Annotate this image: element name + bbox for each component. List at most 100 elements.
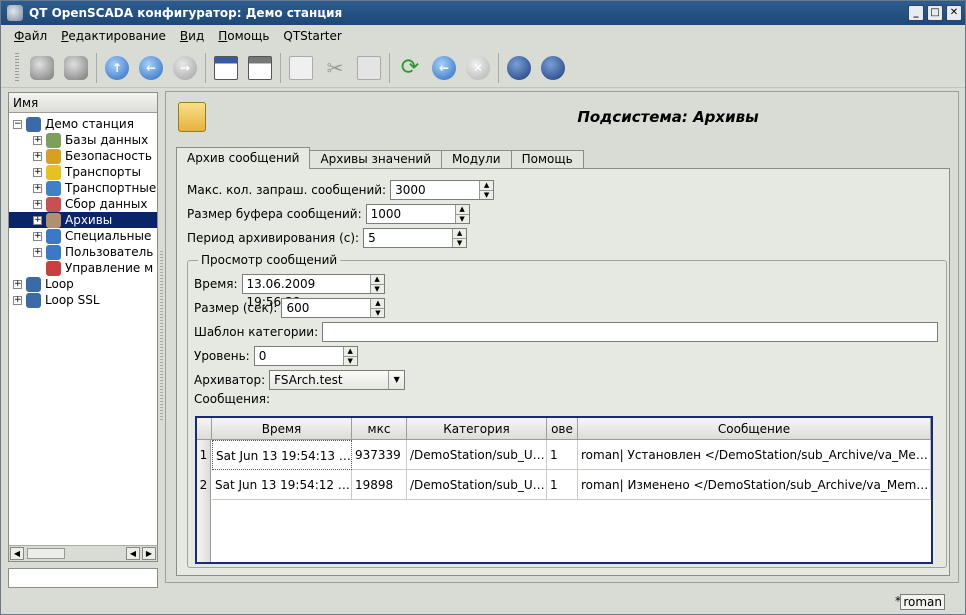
add-item-button[interactable] — [211, 53, 241, 83]
scroll-right-arrow[interactable]: ▶ — [142, 547, 156, 560]
buffer-size-spinbox[interactable]: 1000 ▲ ▼ — [365, 204, 470, 224]
expander-icon[interactable]: + — [33, 215, 42, 225]
archiver-value[interactable]: FSArch.test — [270, 371, 388, 389]
table-cell[interactable]: roman| Изменено </DemoStation/sub_Archiv… — [578, 470, 931, 500]
spin-down-icon[interactable]: ▼ — [343, 356, 357, 366]
db-load-button[interactable] — [27, 53, 57, 83]
column-header-level[interactable]: ове — [547, 418, 578, 440]
spin-up-icon[interactable]: ▲ — [453, 229, 466, 238]
corner-header[interactable] — [197, 418, 212, 440]
category-input[interactable] — [322, 322, 938, 342]
cut-button[interactable]: ✂ — [320, 53, 350, 83]
table-cell[interactable]: 1 — [547, 470, 578, 500]
paste-button[interactable] — [354, 53, 384, 83]
max-messages-spinbox[interactable]: 3000 ▲ ▼ — [390, 180, 495, 200]
tree-item[interactable]: + Специальные — [33, 228, 155, 244]
expander-icon[interactable]: + — [33, 247, 42, 257]
scroll-right-arrow-a[interactable]: ◀ — [126, 547, 140, 560]
table-cell[interactable]: /DemoStation/sub_UI... — [407, 470, 547, 500]
spin-up-icon[interactable]: ▲ — [371, 299, 384, 308]
chevron-down-icon[interactable]: ▼ — [388, 371, 404, 389]
scroll-thumb[interactable] — [27, 548, 65, 559]
row-header[interactable]: 2 — [197, 470, 211, 500]
delete-item-button[interactable] — [245, 53, 275, 83]
buffer-size-value[interactable]: 1000 — [367, 205, 455, 223]
time-spinbox[interactable]: 13.06.2009 19:56:38 ▲ ▼ — [241, 274, 385, 309]
expander-icon[interactable]: + — [33, 231, 42, 241]
menu-file[interactable]: Файл — [7, 29, 54, 43]
cancel-button[interactable]: ✕ — [463, 53, 493, 83]
row-header[interactable]: 1 — [197, 440, 211, 470]
tree-item[interactable]: + Безопасность — [33, 148, 156, 164]
size-value[interactable]: 600 — [282, 299, 370, 317]
spin-down-icon[interactable]: ▼ — [370, 284, 384, 294]
scroll-left-arrow[interactable]: ◀ — [10, 547, 24, 560]
close-window-button[interactable]: ✕ — [946, 5, 962, 21]
copy-button[interactable] — [286, 53, 316, 83]
refresh-button[interactable]: ⟳ — [395, 53, 425, 83]
toolbar-grip[interactable] — [15, 52, 19, 83]
expander-icon[interactable]: + — [33, 183, 42, 193]
expander-icon[interactable]: + — [33, 167, 42, 177]
expander-icon[interactable]: + — [33, 151, 42, 161]
table-cell[interactable]: 19898 — [352, 470, 407, 500]
column-header-time[interactable]: Время — [212, 418, 352, 440]
expander-icon[interactable]: + — [33, 199, 42, 209]
size-spinbox[interactable]: 600 ▲ ▼ — [281, 298, 386, 318]
spin-up-icon[interactable]: ▲ — [371, 275, 384, 284]
expander-icon[interactable]: + — [13, 295, 22, 305]
spin-up-icon[interactable]: ▲ — [480, 181, 493, 190]
level-spinbox[interactable]: 0 ▲ ▼ — [253, 346, 358, 366]
tab-modules[interactable]: Модули — [441, 150, 512, 169]
level-value[interactable]: 0 — [255, 347, 343, 365]
tab-value-archives[interactable]: Архивы значений — [309, 150, 443, 169]
table-cell[interactable]: 1 — [547, 440, 578, 470]
menu-edit[interactable]: Редактирование — [54, 29, 173, 43]
column-header-usec[interactable]: мкс — [352, 418, 407, 440]
tool-b-button[interactable] — [538, 53, 568, 83]
minimize-button[interactable]: _ — [908, 5, 924, 21]
table-cell[interactable]: Sat Jun 13 19:54:12 2... — [212, 470, 352, 500]
column-header-category[interactable]: Категория — [407, 418, 547, 440]
max-messages-value[interactable]: 3000 — [391, 181, 479, 199]
tree-item[interactable]: + Loop SSL — [13, 292, 104, 308]
table-cell[interactable]: Sat Jun 13 19:54:13 2... — [212, 440, 352, 470]
expander-icon[interactable]: − — [13, 119, 22, 129]
navigation-tree[interactable]: Имя − Демо станция + Базы данных + Безопаснос… — [8, 92, 158, 562]
panel-splitter[interactable] — [160, 251, 163, 421]
spin-up-icon[interactable]: ▲ — [344, 347, 357, 356]
table-cell[interactable]: roman| Установлен </DemoStation/sub_Arch… — [578, 440, 931, 470]
tree-item[interactable]: Управление м — [33, 260, 157, 276]
spin-down-icon[interactable]: ▼ — [371, 308, 385, 318]
column-header-message[interactable]: Сообщение — [578, 418, 931, 440]
maximize-button[interactable]: □ — [927, 5, 943, 21]
menu-qtstarter[interactable]: QTStarter — [276, 29, 348, 43]
spin-down-icon[interactable]: ▼ — [480, 190, 494, 200]
tree-item[interactable]: + Базы данных — [33, 132, 152, 148]
tree-item[interactable]: + Сбор данных — [33, 196, 151, 212]
tab-message-archive[interactable]: Архив сообщений — [176, 147, 311, 169]
tool-a-button[interactable] — [504, 53, 534, 83]
stop-button[interactable]: ← — [429, 53, 459, 83]
tree-header[interactable]: Имя — [9, 93, 157, 113]
tree-item[interactable]: + Транспорты — [33, 164, 145, 180]
archive-period-spinbox[interactable]: 5 ▲ ▼ — [363, 228, 468, 248]
tree-item[interactable]: − Демо станция — [13, 116, 138, 132]
forward-button[interactable]: → — [170, 53, 200, 83]
spin-down-icon[interactable]: ▼ — [455, 214, 469, 224]
tree-item[interactable]: + Loop — [13, 276, 78, 292]
menu-help[interactable]: Помощь — [211, 29, 276, 43]
up-button[interactable]: ↑ — [102, 53, 132, 83]
tree-item[interactable]: + Транспортные — [33, 180, 160, 196]
archiver-select[interactable]: FSArch.test ▼ — [269, 370, 406, 390]
user-indicator[interactable]: roman — [900, 594, 945, 610]
spin-up-icon[interactable]: ▲ — [456, 205, 469, 214]
expander-icon[interactable]: + — [13, 279, 22, 289]
tree-item[interactable]: + Пользователь — [33, 244, 157, 260]
db-save-button[interactable] — [61, 53, 91, 83]
expander-icon[interactable]: + — [33, 135, 42, 145]
spin-down-icon[interactable]: ▼ — [453, 238, 467, 248]
archive-period-value[interactable]: 5 — [364, 229, 452, 247]
table-cell[interactable]: /DemoStation/sub_UI... — [407, 440, 547, 470]
back-button[interactable]: ← — [136, 53, 166, 83]
